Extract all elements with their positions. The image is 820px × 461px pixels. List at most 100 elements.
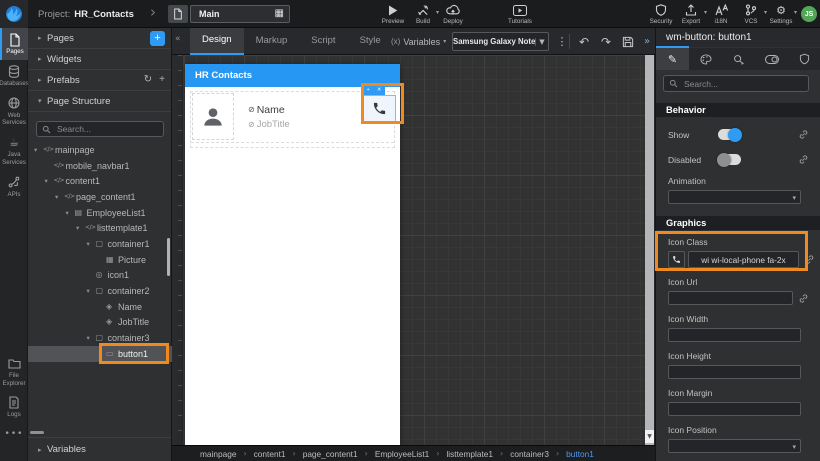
chevron-icon[interactable]: ▾ xyxy=(87,240,96,248)
tab-design[interactable]: Design xyxy=(190,28,244,55)
sidebar-item-databases[interactable]: Databases xyxy=(0,60,29,92)
icon-picker-button[interactable] xyxy=(668,251,685,268)
panel-section-pages[interactable]: ▸ Pages + xyxy=(28,28,171,49)
export-button[interactable]: Export ▾ xyxy=(676,0,707,28)
device-selector[interactable]: Samsung Galaxy Note III ▼ xyxy=(452,32,549,51)
animation-select[interactable]: ▾ xyxy=(668,190,801,204)
tree-item-mobile-navbar1[interactable]: </> mobile_navbar1 xyxy=(28,158,172,174)
chevron-icon[interactable]: ▾ xyxy=(87,287,96,295)
sidebar-item-file-explorer[interactable]: File Explorer xyxy=(0,352,28,392)
breadcrumb-item-listtemplate1[interactable]: listtemplate1 xyxy=(446,449,493,459)
chevron-icon[interactable]: ▾ xyxy=(76,224,85,232)
tree-vscrollbar[interactable] xyxy=(167,238,170,276)
tree-item-container2[interactable]: ▾ ▢ container2 xyxy=(28,283,172,299)
redo-button[interactable]: ↷ xyxy=(596,28,616,55)
icon-height-input[interactable] xyxy=(668,365,801,379)
tab-markup[interactable]: Markup xyxy=(244,28,300,55)
show-toggle[interactable] xyxy=(718,127,742,142)
add-page-button[interactable]: + xyxy=(150,30,165,46)
remove-widget-icon[interactable]: ✕ xyxy=(377,87,382,94)
jobtitle-label-widget[interactable]: ⊘ JobTitle xyxy=(248,119,290,130)
icon-position-select[interactable]: ▾ xyxy=(668,439,801,453)
security-button[interactable]: Security xyxy=(646,0,676,28)
bind-property-icon[interactable] xyxy=(798,293,809,304)
tree-item-button1[interactable]: ▭ button1 xyxy=(28,345,172,362)
panel-section-page-structure[interactable]: ▾ Page Structure xyxy=(28,91,171,112)
sidebar-item-apis[interactable]: APIs xyxy=(0,171,28,203)
sidebar-item-pages[interactable]: Pages xyxy=(0,28,28,60)
variables-section[interactable]: ▸ Variables xyxy=(28,437,171,461)
device-canvas[interactable]: HR Contacts ⊘ Name ⊘ JobTitle + ✕ xyxy=(185,64,400,445)
variables-dropdown[interactable]: (x) Variables ▾ xyxy=(391,28,446,55)
picture-widget[interactable] xyxy=(192,93,234,140)
deploy-button[interactable]: Deploy xyxy=(438,0,468,28)
tree-item-page-content1[interactable]: ▾ </> page_content1 xyxy=(28,189,172,205)
preview-button[interactable]: Preview xyxy=(378,0,408,28)
page-selector[interactable]: Main ▦ xyxy=(190,5,290,23)
tree-search-input[interactable] xyxy=(55,123,158,135)
breadcrumb-item-container3[interactable]: container3 xyxy=(510,449,549,459)
tab-events[interactable] xyxy=(722,48,755,70)
icon-margin-input[interactable] xyxy=(668,402,801,416)
sidebar-item-more[interactable]: ••• xyxy=(0,423,28,447)
tab-script[interactable]: Script xyxy=(299,28,347,55)
collapse-panel-button[interactable]: « xyxy=(175,34,181,44)
tree-item-jobtitle[interactable]: ◈ JobTitle xyxy=(28,315,172,331)
phone-button-widget[interactable] xyxy=(363,95,396,122)
tree-item-name[interactable]: ◈ Name xyxy=(28,299,172,315)
tree-item-mainpage[interactable]: ▾ </> mainpage xyxy=(28,142,172,158)
tutorials-button[interactable]: Tutorials xyxy=(505,0,535,28)
vcs-button[interactable]: VCS ▾ xyxy=(736,0,767,28)
chevron-icon[interactable]: ▾ xyxy=(66,209,75,217)
add-prefab-button[interactable]: + xyxy=(159,75,165,85)
kebab-menu-button[interactable]: ⋮ xyxy=(556,28,568,55)
chevron-icon[interactable]: ▾ xyxy=(45,177,54,185)
page-icon-button[interactable] xyxy=(168,5,188,23)
icon-class-input[interactable] xyxy=(688,251,799,268)
breadcrumb-item-page-content1[interactable]: page_content1 xyxy=(303,449,358,459)
chevron-icon[interactable]: ▾ xyxy=(55,193,64,201)
disabled-toggle[interactable] xyxy=(717,152,741,167)
undo-button[interactable]: ↶ xyxy=(574,28,594,55)
chevron-icon[interactable]: ▾ xyxy=(87,334,96,342)
icon-url-input[interactable] xyxy=(668,291,793,305)
scroll-down-icon[interactable]: ▼ xyxy=(645,430,654,443)
mobile-navbar[interactable]: HR Contacts xyxy=(185,64,400,87)
name-label-widget[interactable]: ⊘ Name xyxy=(248,104,290,116)
sidebar-item-logs[interactable]: Logs xyxy=(0,391,28,423)
tab-security[interactable] xyxy=(788,48,820,70)
expand-panel-button[interactable]: » xyxy=(640,28,654,55)
tab-style[interactable]: Style xyxy=(348,28,393,55)
properties-search[interactable] xyxy=(663,75,809,92)
tab-styles[interactable] xyxy=(689,48,722,70)
add-widget-icon[interactable]: + xyxy=(367,87,370,94)
i18n-button[interactable]: i18N xyxy=(706,0,736,28)
refresh-icon[interactable]: ↻ xyxy=(144,75,152,85)
bind-property-icon[interactable] xyxy=(798,154,809,165)
chevron-icon[interactable]: ▾ xyxy=(34,146,43,154)
tree-item-picture[interactable]: ▦ Picture xyxy=(28,252,172,268)
sidebar-item-java-services[interactable]: ☕ Java Services xyxy=(0,131,28,171)
widget-selection-toolbar[interactable]: + ✕ xyxy=(363,86,385,95)
save-button[interactable] xyxy=(618,28,638,55)
properties-search-input[interactable] xyxy=(682,77,803,90)
user-avatar[interactable]: JS xyxy=(801,6,817,22)
panel-section-widgets[interactable]: ▸ Widgets xyxy=(28,49,171,70)
icon-width-input[interactable] xyxy=(668,328,801,342)
settings-button[interactable]: ⚙ Settings ▾ xyxy=(766,0,797,28)
tree-hscrollbar[interactable] xyxy=(30,431,44,434)
tab-properties[interactable]: ✎ xyxy=(656,48,689,70)
tree-search[interactable] xyxy=(36,121,164,137)
tree-item-container3[interactable]: ▾ ▢ container3 xyxy=(28,330,172,346)
canvas-scrollbar[interactable]: ▼ xyxy=(645,55,654,445)
bind-property-icon[interactable] xyxy=(798,129,809,140)
tree-item-listtemplate1[interactable]: ▾ </> listtemplate1 xyxy=(28,220,172,236)
breadcrumb-item-employeelist1[interactable]: EmployeeList1 xyxy=(375,449,429,459)
tree-item-employeelist1[interactable]: ▾ ▤ EmployeeList1 xyxy=(28,205,172,221)
build-button[interactable]: Build ▾ xyxy=(408,0,439,28)
breadcrumb-item-content1[interactable]: content1 xyxy=(254,449,286,459)
tree-item-content1[interactable]: ▾ </> content1 xyxy=(28,173,172,189)
tab-device[interactable] xyxy=(755,48,788,70)
tree-item-icon1[interactable]: ◎ icon1 xyxy=(28,268,172,284)
sidebar-item-web-services[interactable]: Web Services xyxy=(0,92,28,132)
